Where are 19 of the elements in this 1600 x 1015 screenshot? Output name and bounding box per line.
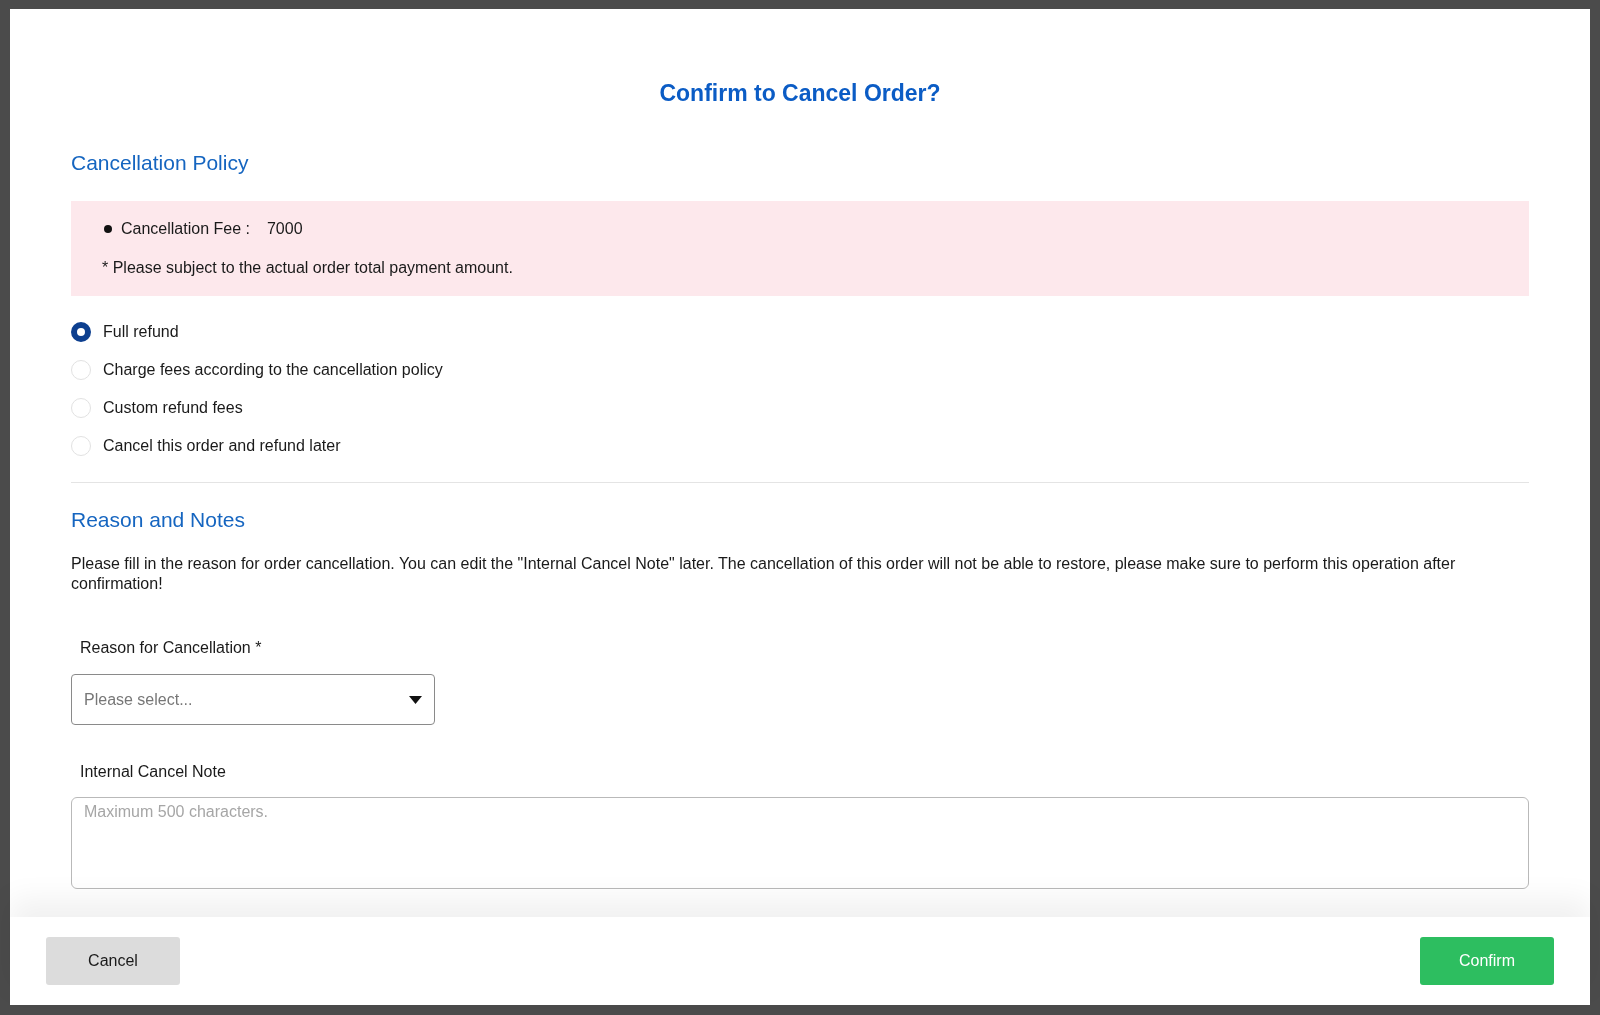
bullet-icon — [104, 225, 112, 233]
description-text: Please fill in the reason for order cancellation. You can edit the "Internal Cancel Note" later. The cancellation of this order will not be able to restore, please make sure to perform this operation after confirmation! — [71, 554, 1457, 594]
field-label: Reason for Cancellation * — [80, 639, 263, 657]
caret-icon — [409, 695, 422, 704]
section-heading: Cancellation Policy — [71, 151, 250, 175]
cancel-button[interactable]: Cancel — [46, 937, 180, 985]
radio-label[interactable]: Charge fees according to the cancellation policy — [103, 361, 443, 379]
field-label: Internal Cancel Note — [80, 763, 227, 781]
policy-note: * Please subject to the actual order total payment amount. — [102, 259, 514, 277]
note-field[interactable]: Maximum 500 characters. — [71, 797, 1529, 889]
section-heading: Reason and Notes — [71, 508, 246, 532]
radio-label[interactable]: Custom refund fees — [103, 399, 243, 417]
dialog-title: Confirm to Cancel Order? — [658, 80, 942, 107]
fee-value: 7000 — [266, 220, 303, 238]
radio-button[interactable] — [71, 322, 91, 342]
select-field[interactable]: Please select... — [71, 674, 435, 725]
radio-label[interactable]: Full refund — [103, 323, 179, 341]
radio-label[interactable]: Cancel this order and refund later — [103, 437, 341, 455]
fee-label: Cancellation Fee : — [121, 220, 250, 238]
